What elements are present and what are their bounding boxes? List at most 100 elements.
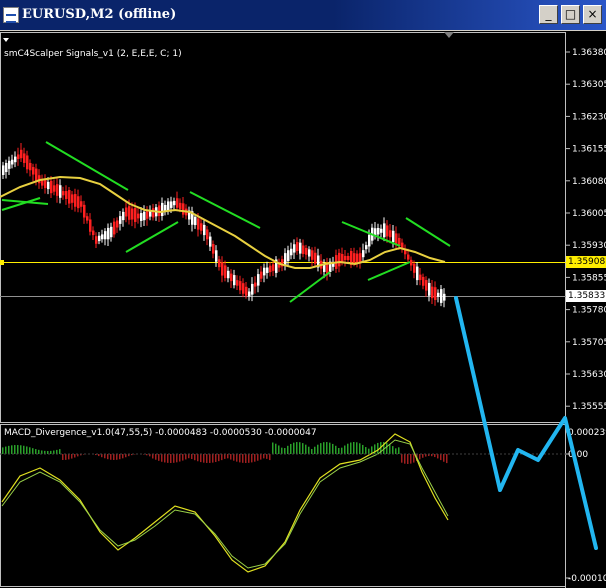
macd-bar <box>365 447 367 454</box>
candle-body <box>314 252 317 264</box>
macd-bar <box>308 446 310 454</box>
macd-bar <box>257 454 259 461</box>
candle-body <box>107 227 110 240</box>
macd-bar <box>20 445 22 454</box>
price-chart-canvas[interactable]: 1.36380 1.36305 1.36230 1.36155 1.36080 1.360… <box>0 32 606 588</box>
candle-body <box>137 213 140 219</box>
macd-bar <box>152 454 154 459</box>
macd-bar <box>227 454 229 459</box>
candle-body <box>422 276 425 286</box>
price-axis-label: 1.36380 <box>572 48 606 58</box>
candle-body <box>161 202 164 217</box>
price-axis-label: 1.35555 <box>572 402 606 412</box>
macd-bar <box>245 454 247 463</box>
chart-shift-marker[interactable] <box>444 32 454 38</box>
candle-body <box>203 224 206 236</box>
level-line-handle[interactable] <box>0 260 4 265</box>
candle-body <box>74 194 77 207</box>
signal-segment <box>125 221 179 253</box>
candle-body <box>386 225 389 237</box>
candle-body <box>356 253 359 263</box>
macd-bar <box>194 454 196 461</box>
price-axis-label: 1.36230 <box>572 112 606 122</box>
candle-body <box>179 202 182 210</box>
candle-body <box>365 245 368 250</box>
candle-body <box>290 248 293 256</box>
candle-body <box>287 250 290 261</box>
minimize-button[interactable]: _ <box>539 5 558 24</box>
candle-body <box>302 245 305 255</box>
candle-body <box>17 154 20 159</box>
candle-body <box>305 247 308 255</box>
macd-bar <box>113 454 115 460</box>
macd-bar <box>314 446 316 454</box>
maximize-button[interactable]: □ <box>561 5 580 24</box>
macd-bar <box>236 454 238 462</box>
macd-bar <box>2 447 4 454</box>
macd-bar <box>170 454 172 463</box>
macd-bar <box>353 442 355 454</box>
candle-body <box>383 223 386 238</box>
chart-area[interactable]: 1.36380 1.36305 1.36230 1.36155 1.36080 1.360… <box>0 32 606 588</box>
macd-bar <box>197 454 199 462</box>
indicator-menu-arrow[interactable] <box>3 38 9 42</box>
macd-bar <box>269 454 271 461</box>
macd-bar <box>230 454 232 460</box>
macd-bar <box>41 450 43 454</box>
candle-body <box>32 167 35 175</box>
candle-body <box>299 242 302 254</box>
candle-body <box>194 216 197 226</box>
price-axis-label: 1.36005 <box>572 209 606 219</box>
macd-bar <box>5 446 7 454</box>
macd-bar <box>221 454 223 461</box>
candle-body <box>71 194 74 203</box>
macd-bar <box>191 454 193 460</box>
candle-body <box>44 179 47 189</box>
macd-bar <box>185 454 187 460</box>
macd-bar <box>407 454 409 464</box>
macd-bar <box>377 442 379 454</box>
macd-bar <box>260 454 262 460</box>
macd-bar <box>38 449 40 454</box>
candle-body <box>20 149 23 159</box>
candle-body <box>125 207 128 217</box>
candle-body <box>362 250 365 258</box>
candle-body <box>308 249 311 257</box>
macd-bar <box>323 442 325 454</box>
candle-body <box>29 162 32 171</box>
macd-bar <box>59 449 61 454</box>
price-axis-label: 1.35705 <box>572 338 606 348</box>
current-price-tag: 1.35833 <box>566 290 606 302</box>
macd-bar <box>320 443 322 454</box>
candle-body <box>164 204 167 211</box>
candle-body <box>23 153 26 163</box>
macd-bar <box>218 454 220 462</box>
macd-bar <box>347 443 349 454</box>
candle-body <box>338 252 341 267</box>
candle-body <box>56 184 59 196</box>
macd-bar <box>392 446 394 454</box>
candle-body <box>143 211 146 221</box>
close-button[interactable]: × <box>583 5 602 24</box>
candle-body <box>368 234 371 247</box>
macd-bar <box>248 454 250 463</box>
macd-bar <box>326 442 328 454</box>
candle-body <box>419 274 422 281</box>
macd-bar <box>32 448 34 454</box>
candle-body <box>173 200 176 206</box>
candle-body <box>110 226 113 238</box>
candle-body <box>113 221 116 235</box>
macd-bar <box>176 454 178 463</box>
candlesticks <box>2 142 446 308</box>
main-chart-frame <box>0 32 566 423</box>
macd-bar <box>200 454 202 463</box>
macd-bar <box>104 454 106 459</box>
macd-bar <box>50 450 52 454</box>
candle-body <box>170 201 173 208</box>
candle-body <box>104 231 107 240</box>
candle-body <box>311 250 314 260</box>
candle-body <box>149 211 152 217</box>
macd-bar <box>296 442 298 454</box>
macd-bar <box>17 445 19 454</box>
macd-bar <box>446 454 448 464</box>
